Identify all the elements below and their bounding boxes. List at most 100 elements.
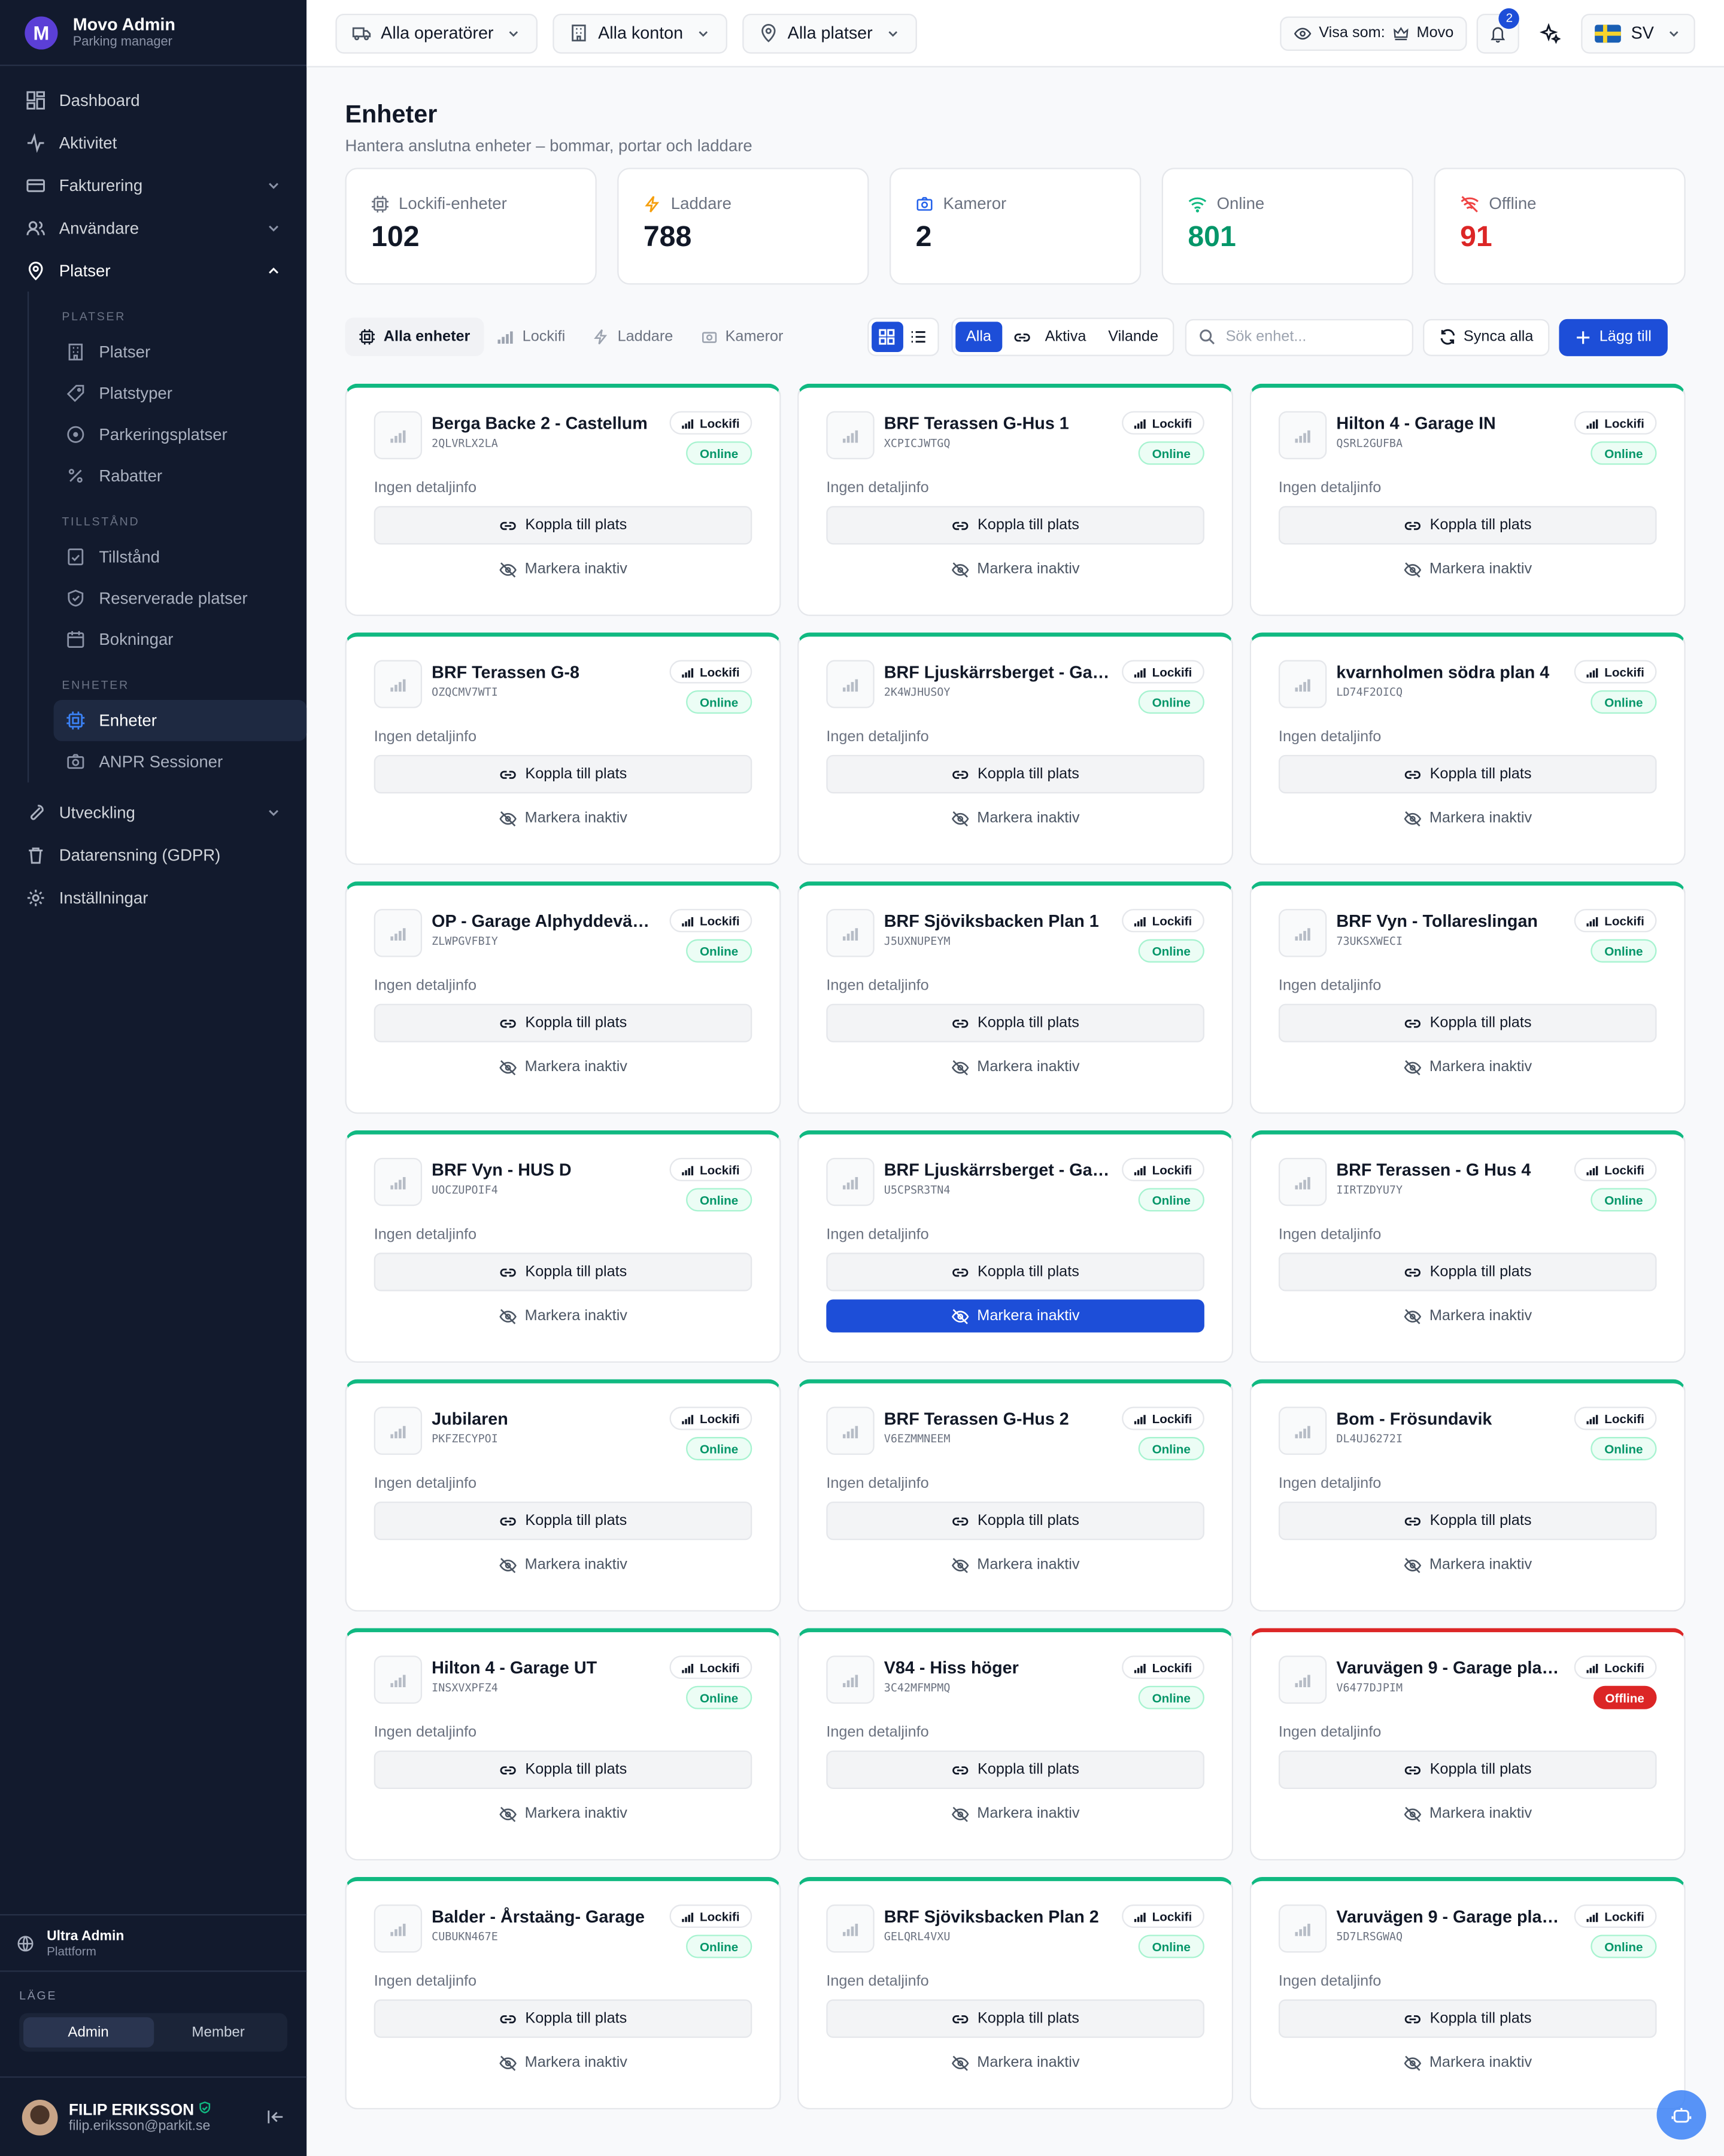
nav-aktivitet[interactable]: Aktivitet <box>0 121 306 163</box>
account-select[interactable]: Alla konton <box>553 13 727 53</box>
user-name-row: FILIP ERIKSSON <box>69 2100 267 2118</box>
connect-to-place-button[interactable]: Koppla till plats <box>374 754 752 794</box>
status-all-button[interactable]: Alla <box>955 322 1003 352</box>
place-select[interactable]: Alla platser <box>742 13 917 53</box>
connect-to-place-button[interactable]: Koppla till plats <box>826 754 1204 794</box>
signal-icon <box>682 666 694 677</box>
mark-inactive-button[interactable]: Markera inaktiv <box>826 553 1204 586</box>
connect-to-place-button[interactable]: Koppla till plats <box>826 1253 1204 1291</box>
mark-inactive-button[interactable]: Markera inaktiv <box>1279 2046 1657 2079</box>
tab-lockifi[interactable]: Lockifi <box>484 318 579 356</box>
ai-assistant-button[interactable] <box>1529 13 1572 53</box>
support-chat-button[interactable] <box>1656 2090 1707 2140</box>
user-profile[interactable]: FILIP ERIKSSON filip.eriksson@parkit.se <box>0 2076 307 2156</box>
mark-inactive-button[interactable]: Markera inaktiv <box>374 1299 752 1332</box>
status-idle-button[interactable]: Vilande <box>1097 322 1170 352</box>
notifications-button[interactable]: 2 <box>1477 7 1520 53</box>
mode-member-button[interactable]: Member <box>153 2017 283 2048</box>
connect-to-place-button[interactable]: Koppla till plats <box>826 1501 1204 1541</box>
mark-inactive-button[interactable]: Markera inaktiv <box>826 1797 1204 1830</box>
nav-gdpr[interactable]: Datarensning (GDPR) <box>0 833 306 876</box>
trash-icon <box>25 844 47 866</box>
tab-kameror[interactable]: Kameror <box>687 318 797 356</box>
mark-inactive-button[interactable]: Markera inaktiv <box>374 1797 752 1830</box>
mark-inactive-button[interactable]: Markera inaktiv <box>374 553 752 586</box>
language-select[interactable]: SV <box>1581 13 1695 53</box>
sidebar-item-anpr[interactable]: ANPR Sessioner <box>54 741 307 783</box>
mark-inactive-button[interactable]: Markera inaktiv <box>374 1051 752 1084</box>
connect-to-place-button[interactable]: Koppla till plats <box>826 506 1204 545</box>
connect-to-place-button[interactable]: Koppla till plats <box>374 1999 752 2038</box>
connect-to-place-button[interactable]: Koppla till plats <box>374 1253 752 1291</box>
list-view-button[interactable] <box>903 322 934 352</box>
mark-inactive-button[interactable]: Markera inaktiv <box>1279 1051 1657 1084</box>
connect-label: Koppla till plats <box>1429 1512 1532 1529</box>
connect-to-place-button[interactable]: Koppla till plats <box>1278 1253 1657 1291</box>
search-input[interactable]: Sök enhet... <box>1184 318 1413 356</box>
sidebar-item-tillstand[interactable]: Tillstånd <box>54 536 307 578</box>
connect-to-place-button[interactable]: Koppla till plats <box>826 1750 1204 1790</box>
sidebar-item-parkeringsplatser[interactable]: Parkeringsplatser <box>54 414 307 455</box>
connect-label: Koppla till plats <box>525 1512 627 1529</box>
collapse-sidebar-icon[interactable] <box>267 2108 285 2126</box>
nav-anvandare[interactable]: Användare <box>0 207 306 249</box>
connect-to-place-button[interactable]: Koppla till plats <box>1278 754 1657 794</box>
sidebar-item-enheter[interactable]: Enheter <box>53 700 307 741</box>
connect-label: Koppla till plats <box>525 1014 627 1032</box>
sidebar-item-platser[interactable]: Platser <box>54 332 307 373</box>
credit-card-icon <box>25 174 47 196</box>
sidebar: M Movo Admin Parking manager Dashboard A… <box>0 0 307 2156</box>
mark-inactive-button[interactable]: Markera inaktiv <box>1279 1548 1657 1581</box>
signal-icon <box>842 926 859 940</box>
connect-to-place-button[interactable]: Koppla till plats <box>1278 1999 1657 2038</box>
connect-to-place-button[interactable]: Koppla till plats <box>1278 506 1657 545</box>
mark-inactive-button[interactable]: Markera inaktiv <box>1279 802 1657 835</box>
device-thumbnail <box>826 1904 875 1953</box>
operator-select[interactable]: Alla operatörer <box>335 13 538 53</box>
avatar <box>22 2099 58 2135</box>
tab-laddare[interactable]: Laddare <box>579 318 687 356</box>
nav-utveckling[interactable]: Utveckling <box>0 791 306 833</box>
mark-inactive-button[interactable]: Markera inaktiv <box>1279 1797 1657 1830</box>
sidebar-item-rabatter[interactable]: Rabatter <box>54 455 307 496</box>
mark-inactive-button[interactable]: Markera inaktiv <box>1279 553 1657 586</box>
sidebar-item-reserverade[interactable]: Reserverade platser <box>54 578 307 619</box>
status-active-button[interactable]: Aktiva <box>1002 322 1097 352</box>
connect-to-place-button[interactable]: Koppla till plats <box>1278 1750 1657 1790</box>
mark-inactive-button[interactable]: Markera inaktiv <box>374 2046 752 2079</box>
tab-all-devices[interactable]: Alla enheter <box>345 317 484 356</box>
connect-to-place-button[interactable]: Koppla till plats <box>374 1750 752 1790</box>
connect-to-place-button[interactable]: Koppla till plats <box>826 1003 1204 1042</box>
org-switcher[interactable]: Ultra Admin Plattform <box>0 1914 307 1972</box>
mark-inactive-button[interactable]: Markera inaktiv <box>1279 1299 1657 1332</box>
mark-inactive-button[interactable]: Markera inaktiv <box>374 1548 752 1581</box>
mark-inactive-button[interactable]: Markera inaktiv <box>374 802 752 835</box>
connect-to-place-button[interactable]: Koppla till plats <box>374 1501 752 1541</box>
add-device-button[interactable]: Lägg till <box>1559 318 1668 356</box>
brand[interactable]: M Movo Admin Parking manager <box>0 0 307 66</box>
sync-all-button[interactable]: Synca alla <box>1422 318 1550 356</box>
connect-to-place-button[interactable]: Koppla till plats <box>1278 1501 1657 1541</box>
mode-admin-button[interactable]: Admin <box>23 2017 154 2048</box>
mark-inactive-button[interactable]: Markera inaktiv <box>826 1548 1204 1581</box>
sidebar-item-bokningar[interactable]: Bokningar <box>54 619 307 660</box>
nav-installningar[interactable]: Inställningar <box>0 876 306 918</box>
mark-inactive-button[interactable]: Markera inaktiv <box>826 802 1204 835</box>
nav-dashboard[interactable]: Dashboard <box>0 78 306 121</box>
grid-view-button[interactable] <box>871 322 903 352</box>
nav-platser[interactable]: Platser <box>0 249 306 292</box>
connect-to-place-button[interactable]: Koppla till plats <box>374 506 752 545</box>
device-name: BRF Terassen G-Hus 1 <box>884 414 1069 433</box>
mark-inactive-button[interactable]: Markera inaktiv <box>826 1051 1204 1084</box>
sidebar-item-platstyper[interactable]: Platstyper <box>54 372 307 414</box>
nav-fakturering[interactable]: Fakturering <box>0 163 306 206</box>
stat-value: 102 <box>371 221 420 253</box>
stat-online: Online 801 <box>1161 168 1414 285</box>
view-as-button[interactable]: Visa som: Movo <box>1280 16 1468 50</box>
connect-to-place-button[interactable]: Koppla till plats <box>374 1003 752 1042</box>
signal-icon <box>1586 1662 1599 1673</box>
mark-inactive-button[interactable]: Markera inaktiv <box>826 1299 1204 1333</box>
mark-inactive-button[interactable]: Markera inaktiv <box>826 2046 1204 2079</box>
connect-to-place-button[interactable]: Koppla till plats <box>1278 1003 1657 1042</box>
connect-to-place-button[interactable]: Koppla till plats <box>826 1999 1204 2038</box>
